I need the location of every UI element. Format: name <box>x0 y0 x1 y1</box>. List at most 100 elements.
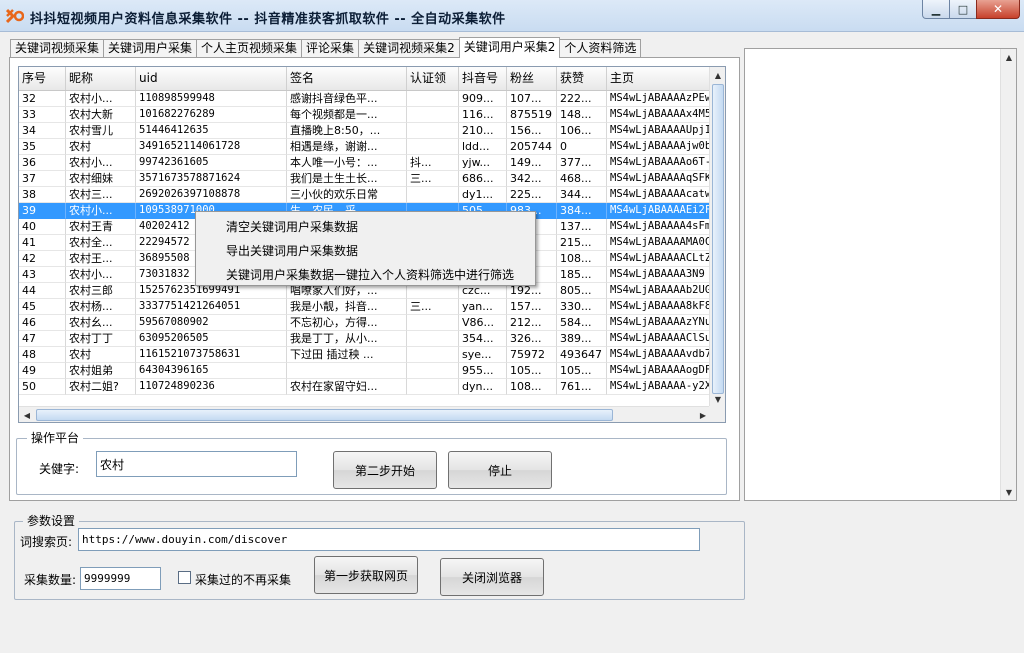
table-cell: MS4wLjABAAAAx4M5 <box>607 107 711 123</box>
table-cell <box>407 331 459 347</box>
table-cell: 农村小... <box>66 155 136 171</box>
skip-collected-checkbox[interactable] <box>178 571 191 584</box>
log-panel[interactable]: ▲ ▼ <box>744 48 1017 501</box>
table-cell: 389... <box>557 331 607 347</box>
log-scroll-up-icon[interactable]: ▲ <box>1001 49 1017 65</box>
table-row[interactable]: 48 农村 1161521073758631 下过田 插过秧 ... sye... 759… <box>19 347 711 363</box>
column-header[interactable]: 抖音号 <box>459 67 507 90</box>
column-header[interactable]: 签名 <box>287 67 407 90</box>
url-input[interactable]: https://www.douyin.com/discover <box>78 528 700 551</box>
url-label: 词搜索页: <box>20 535 73 549</box>
table-cell: 210... <box>459 123 507 139</box>
context-menu-item-1[interactable]: 导出关键词用户采集数据 <box>196 239 535 263</box>
step-one-fetch-button[interactable]: 第一步获取网页 <box>314 556 418 594</box>
scroll-left-icon[interactable]: ◀ <box>19 407 35 422</box>
table-cell: 农村雪儿 <box>66 123 136 139</box>
log-vertical-scrollbar[interactable]: ▲ ▼ <box>1000 49 1016 500</box>
step-two-start-button[interactable]: 第二步开始 <box>333 451 437 489</box>
table-cell: 每个视频都是一... <box>287 107 407 123</box>
table-cell: 47 <box>19 331 66 347</box>
context-menu-item-2[interactable]: 关键词用户采集数据一键拉入个人资料筛选中进行筛选 <box>196 263 535 287</box>
table-cell: 农村王青 <box>66 219 136 235</box>
table-cell: 农村 <box>66 347 136 363</box>
table-cell: 185... <box>557 267 607 283</box>
keyword-input[interactable]: 农村 <box>96 451 297 477</box>
context-menu-item-0[interactable]: 清空关键词用户采集数据 <box>196 215 535 239</box>
table-cell: 我是小靓，抖音... <box>287 299 407 315</box>
table-cell: MS4wLjABAAAAMA0C <box>607 235 711 251</box>
tab-6[interactable]: 个人资料筛选 <box>559 39 642 58</box>
table-row[interactable]: 46 农村幺... 59567080902 不忘初心，方得... V86... 212..… <box>19 315 711 331</box>
log-scroll-down-icon[interactable]: ▼ <box>1001 484 1017 500</box>
table-cell: MS4wLjABAAAA-y2X <box>607 379 711 395</box>
tab-2[interactable]: 个人主页视频采集 <box>196 39 303 58</box>
table-cell: 105... <box>557 363 607 379</box>
table-cell: 49 <box>19 363 66 379</box>
tab-0[interactable]: 关键词视频采集 <box>10 39 105 58</box>
table-cell: MS4wLjABAAAAUpjI <box>607 123 711 139</box>
table-cell: 33 <box>19 107 66 123</box>
stop-button[interactable]: 停止 <box>448 451 552 489</box>
table-cell: MS4wLjABAAAAogDF <box>607 363 711 379</box>
table-row[interactable]: 49 农村姐弟 64304396165 955... 105... 105... MS4wL… <box>19 363 711 379</box>
column-header[interactable]: 粉丝 <box>507 67 557 90</box>
column-header[interactable]: uid <box>136 67 287 90</box>
table-row[interactable]: 37 农村细妹 3571673578871624 我们是土生土长... 三... 686.… <box>19 171 711 187</box>
column-header[interactable]: 昵称 <box>66 67 136 90</box>
close-browser-button[interactable]: 关闭浏览器 <box>440 558 544 596</box>
table-cell: 149... <box>507 155 557 171</box>
column-header[interactable]: 获赞 <box>557 67 607 90</box>
grid-horizontal-scrollbar[interactable]: ◀ ▶ <box>19 406 711 422</box>
column-header[interactable]: 认证领 <box>407 67 459 90</box>
table-cell: 农村大新 <box>66 107 136 123</box>
table-cell: 农村小... <box>66 203 136 219</box>
table-cell: 493647 <box>557 347 607 363</box>
table-cell: 342... <box>507 171 557 187</box>
table-row[interactable]: 34 农村雪儿 51446412635 直播晚上8:50，... 210... 156..… <box>19 123 711 139</box>
table-row[interactable]: 35 农村 3491652114061728 相遇是缘，谢谢... ldd... 2057… <box>19 139 711 155</box>
table-cell: 955... <box>459 363 507 379</box>
close-button[interactable]: ✕ <box>976 0 1020 19</box>
column-header[interactable]: 主页 <box>607 67 711 90</box>
table-cell: 农村幺... <box>66 315 136 331</box>
keyword-label: 关健字: <box>39 462 80 476</box>
grid-vertical-thumb[interactable] <box>712 84 724 394</box>
table-row[interactable]: 36 农村小... 99742361605 本人唯一小号：... 抖... yjw... 1… <box>19 155 711 171</box>
table-cell: 51446412635 <box>136 123 287 139</box>
column-header[interactable]: 序号 <box>19 67 66 90</box>
table-cell: MS4wLjABAAAA3N9 <box>607 267 711 283</box>
table-row[interactable]: 45 农村杨... 3337751421264051 我是小靓，抖音... 三... ya… <box>19 299 711 315</box>
table-cell: 326... <box>507 331 557 347</box>
table-cell: 农村三... <box>66 187 136 203</box>
maximize-button[interactable]: □ <box>949 0 977 19</box>
table-cell: 抖... <box>407 155 459 171</box>
table-cell: 205744 <box>507 139 557 155</box>
table-cell: 不忘初心，方得... <box>287 315 407 331</box>
scroll-down-icon[interactable]: ▼ <box>710 391 725 407</box>
grid-horizontal-thumb[interactable] <box>36 409 613 421</box>
grid-vertical-scrollbar[interactable]: ▲ ▼ <box>709 67 725 407</box>
table-cell: 农村在家留守妇... <box>287 379 407 395</box>
skip-collected-label[interactable]: 采集过的不再采集 <box>195 571 291 588</box>
tab-5[interactable]: 关键词用户采集2 <box>458 37 561 58</box>
tab-1[interactable]: 关键词用户采集 <box>103 39 198 58</box>
table-cell: 354... <box>459 331 507 347</box>
tab-3[interactable]: 评论采集 <box>301 39 360 58</box>
table-row[interactable]: 47 农村丁丁 63095206505 我是丁丁，从小... 354... 326... 3… <box>19 331 711 347</box>
table-cell <box>407 91 459 107</box>
minimize-button[interactable]: ▁ <box>922 0 950 19</box>
table-row[interactable]: 38 农村三... 2692026397108878 三小伙的欢乐日常 dy1... 22… <box>19 187 711 203</box>
table-cell: 三... <box>407 171 459 187</box>
table-cell: MS4wLjABAAAAb2UG <box>607 283 711 299</box>
scroll-up-icon[interactable]: ▲ <box>710 67 725 83</box>
table-cell: 110898599948 <box>136 91 287 107</box>
count-input[interactable]: 9999999 <box>80 567 161 590</box>
table-cell: 1161521073758631 <box>136 347 287 363</box>
tab-4[interactable]: 关键词视频采集2 <box>358 39 460 58</box>
table-row[interactable]: 33 农村大新 101682276289 每个视频都是一... 116... 875519… <box>19 107 711 123</box>
table-row[interactable]: 32 农村小... 110898599948 感谢抖音绿色平... 909... 107.… <box>19 91 711 107</box>
table-cell: 148... <box>557 107 607 123</box>
table-cell: 相遇是缘，谢谢... <box>287 139 407 155</box>
table-row[interactable]: 50 农村二姐? 110724890236 农村在家留守妇... dyn... 108..… <box>19 379 711 395</box>
table-cell: 农村细妹 <box>66 171 136 187</box>
